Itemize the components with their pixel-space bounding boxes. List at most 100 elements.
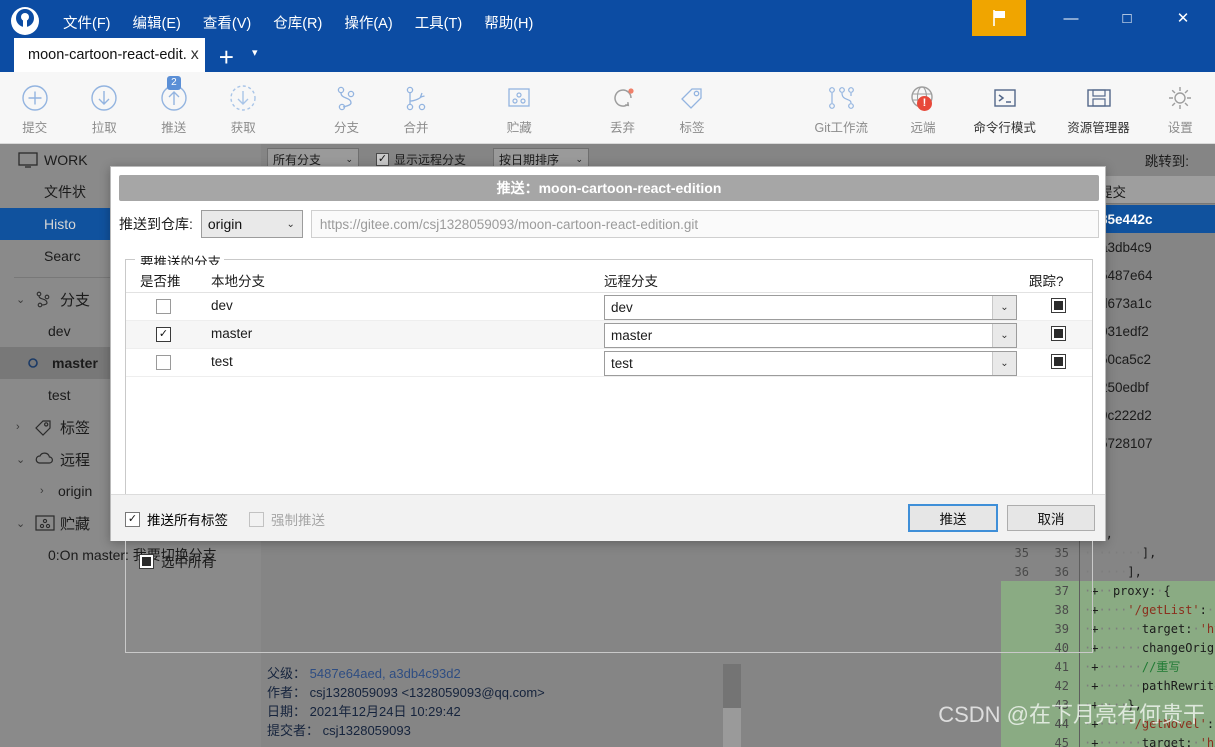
menu-actions[interactable]: 操作(A)	[333, 8, 403, 37]
push-all-tags-checkbox-row[interactable]: ✓ 推送所有标签	[125, 509, 228, 529]
sidebar-section-remote-label: 远程	[60, 451, 91, 469]
minimize-icon[interactable]: —	[1048, 0, 1094, 36]
chevron-down-icon: ⌄	[992, 296, 1016, 319]
commit-hash: d673a1c	[1100, 295, 1152, 311]
chevron-down-icon[interactable]: ⌄	[16, 293, 34, 306]
sidebar-section-tags-label: 标签	[60, 419, 91, 437]
toolbar-fetch[interactable]: 获取	[208, 74, 277, 142]
commit-parents-value[interactable]: 5487e64aed, a3db4c93d2	[310, 666, 461, 681]
chevron-down-icon: ⌄	[992, 324, 1016, 347]
diff-new-line-number: 42	[1054, 678, 1069, 693]
tag-icon	[677, 79, 707, 113]
toolbar-explorer[interactable]: 资源管理器	[1052, 74, 1146, 142]
remote-branch-select[interactable]: dev ⌄	[604, 295, 1017, 320]
track-checkbox[interactable]	[1051, 298, 1066, 313]
toolbar-fetch-label: 获取	[230, 121, 256, 135]
chevron-down-icon[interactable]: ⌄	[16, 453, 34, 466]
table-row[interactable]: dev dev ⌄	[126, 293, 1092, 321]
close-icon[interactable]: x	[191, 47, 199, 63]
toolbar-pull[interactable]: 拉取	[69, 74, 138, 142]
toolbar-commit[interactable]: 提交	[0, 74, 69, 142]
cancel-button[interactable]: 取消	[1007, 505, 1095, 531]
commit-detail-scrollbar[interactable]: ⌄	[723, 664, 741, 747]
toolbar-stash[interactable]: 贮藏	[485, 74, 554, 142]
close-window-icon[interactable]: ✕	[1160, 0, 1206, 36]
chevron-down-icon: ⌄	[992, 352, 1016, 375]
select-all-row[interactable]: 选中所有	[139, 551, 215, 571]
repository-select-value: origin	[207, 216, 243, 232]
toolbar-terminal[interactable]: 命令行模式	[958, 74, 1052, 142]
menu-view[interactable]: 查看(V)	[192, 8, 262, 37]
menu-file[interactable]: 文件(F)	[52, 8, 122, 37]
toolbar-settings[interactable]: 设置	[1146, 74, 1215, 142]
application-window: 文件(F) 编辑(E) 查看(V) 仓库(R) 操作(A) 工具(T) 帮助(H…	[0, 0, 1215, 747]
track-checkbox[interactable]	[1051, 354, 1066, 369]
toolbar-discard[interactable]: 丢弃	[588, 74, 657, 142]
commit-detail-panel: 父级： 5487e64aed, a3db4c93d2 作者： csj132805…	[261, 664, 721, 747]
menu-edit[interactable]: 编辑(E)	[122, 8, 192, 37]
chevron-down-icon[interactable]: ⌄	[16, 517, 34, 530]
scrollbar-thumb[interactable]	[723, 664, 741, 708]
remote-branch-select[interactable]: master ⌄	[604, 323, 1017, 348]
sidebar-section-stash-label: 贮藏	[60, 515, 91, 533]
diff-line-text: ·+······pathRewrite:·{·'^/getList':·''·}…	[1084, 678, 1215, 693]
sidebar-item-label: Histo	[44, 216, 76, 232]
toolbar-stash-label: 贮藏	[506, 121, 532, 135]
menu-help[interactable]: 帮助(H)	[473, 8, 544, 37]
toolbar-merge[interactable]: 合并	[381, 74, 450, 142]
chevron-right-icon[interactable]: ›	[40, 485, 58, 497]
menu-repo[interactable]: 仓库(R)	[262, 8, 333, 37]
toolbar-gitflow[interactable]: Git工作流	[794, 74, 888, 142]
chevron-right-icon[interactable]: ›	[16, 421, 34, 433]
commit-committer-value: csj1328059093	[322, 723, 411, 738]
diff-line-text: ·+······target:·'http://pvp.qq.com',	[1084, 621, 1215, 636]
sidebar-branch-label: master	[52, 355, 98, 371]
repository-url-field[interactable]: https://gitee.com/csj1328059093/moon-car…	[310, 210, 1099, 238]
push-checkbox[interactable]	[156, 299, 171, 314]
flag-button[interactable]	[972, 0, 1026, 36]
commit-hash: 5728107	[1100, 435, 1153, 451]
push-button[interactable]: 推送	[908, 504, 998, 532]
diff-line-text: ·+····'/getList':·{	[1084, 602, 1215, 617]
remote-branch-select[interactable]: test ⌄	[604, 351, 1017, 376]
track-checkbox[interactable]	[1051, 326, 1066, 341]
push-checkbox[interactable]	[156, 355, 171, 370]
push-all-tags-label: 推送所有标签	[147, 513, 228, 528]
table-row[interactable]: test test ⌄	[126, 349, 1092, 377]
toolbar-push[interactable]: 2 推送	[139, 74, 208, 142]
push-all-tags-checkbox[interactable]: ✓	[125, 511, 140, 527]
toolbar-gitflow-label: Git工作流	[814, 121, 869, 135]
chevron-down-icon: ⌄	[345, 153, 353, 164]
sidebar-remote-label: origin	[58, 483, 93, 499]
repository-label: 推送到仓库:	[119, 216, 193, 232]
tab-repository[interactable]: moon-cartoon-react-edit. x	[14, 38, 205, 72]
toolbar-remote[interactable]: ! 远端	[888, 74, 957, 142]
toolbar-branch[interactable]: 分支	[312, 74, 381, 142]
force-push-checkbox[interactable]	[249, 511, 264, 527]
ribbon-toolbar: 提交 拉取 2 推送 获取 分支 合并 贮藏 丢弃 标签 Git工作流 ! 远端…	[0, 72, 1215, 144]
commit-hash: 50ca5c2	[1100, 351, 1152, 367]
checkbox-icon: ✓	[376, 152, 389, 166]
menu-tools[interactable]: 工具(T)	[404, 8, 474, 37]
branch-filter-value: 所有分支	[273, 152, 322, 167]
commit-hash: 85e442c	[1100, 211, 1153, 227]
repository-select[interactable]: origin ⌄	[200, 210, 303, 238]
commit-hash: 250edbf	[1100, 379, 1149, 395]
column-header-push: 是否推	[140, 274, 181, 289]
select-all-checkbox[interactable]	[139, 553, 154, 569]
jump-to-label: 跳转到:	[1144, 154, 1189, 169]
toolbar-tag[interactable]: 标签	[657, 74, 726, 142]
add-tab-icon[interactable]: +	[219, 42, 234, 72]
local-branch-name: master	[211, 326, 253, 341]
force-push-checkbox-row[interactable]: 强制推送	[249, 509, 325, 529]
push-checkbox[interactable]: ✓	[156, 327, 171, 342]
maximize-icon[interactable]: □	[1104, 0, 1150, 36]
branch-table-header: 是否推 本地分支 远程分支 跟踪?	[126, 265, 1092, 293]
chevron-down-icon[interactable]: ▾	[252, 34, 258, 72]
watermark-text: CSDN @在下月亮有何贵干	[938, 702, 1205, 727]
sidebar-branch-label: test	[48, 387, 71, 403]
sort-value: 按日期排序	[499, 152, 560, 167]
table-row[interactable]: ✓ master master ⌄	[126, 321, 1092, 349]
local-branch-name: dev	[211, 298, 233, 313]
toolbar-remote-label: 远端	[910, 121, 936, 135]
